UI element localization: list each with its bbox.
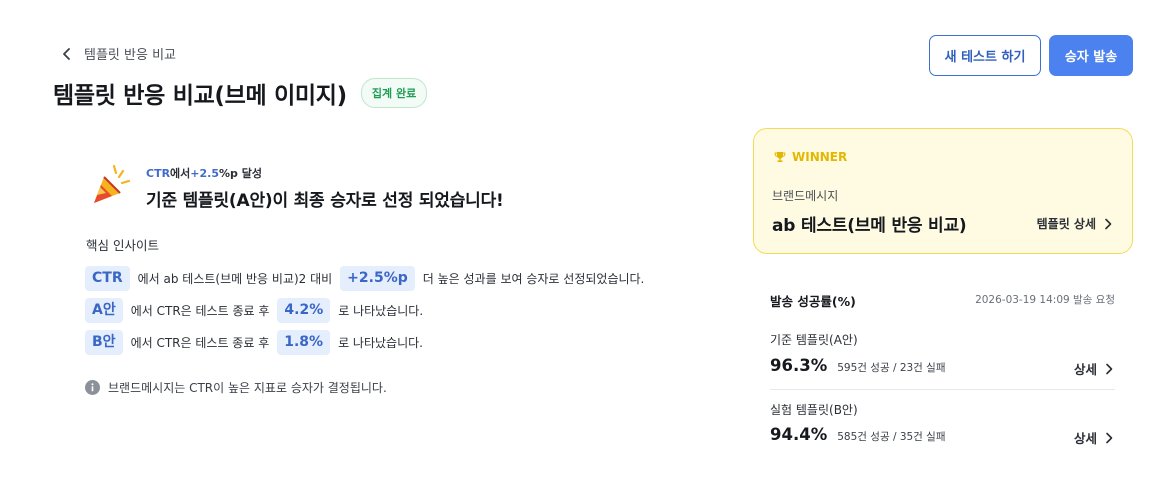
page-title: 템플릿 반응 비교(브메 이미지) xyxy=(53,83,347,109)
detail-label: 상세 xyxy=(1073,362,1097,377)
party-popper-icon xyxy=(94,164,131,203)
chevron-right-icon xyxy=(1106,432,1113,443)
send-rate-title: 발송 성공률(%) xyxy=(770,294,856,309)
chevron-right-icon xyxy=(1105,218,1112,229)
insight-note-text: 브랜드메시지는 CTR이 높은 지표로 승자가 결정됩니다. xyxy=(108,381,387,395)
insight-text: 로 나타났습니다. xyxy=(338,336,423,350)
template-a-stats: 96.3% 595건 성공 / 23건 실패 xyxy=(770,356,946,375)
detail-label: 상세 xyxy=(1073,431,1097,446)
trophy-icon xyxy=(774,152,786,162)
title-row: 템플릿 반응 비교(브메 이미지) 집계 완료 xyxy=(53,76,428,110)
template-a-rate: 96.3% xyxy=(770,356,828,375)
chevron-left-icon xyxy=(63,47,70,60)
insight-text: 에서 CTR은 테스트 종료 후 xyxy=(130,304,270,318)
winner-name: ab 테스트(브메 반응 비교) xyxy=(772,216,967,236)
announcement-lift-suffix: %p 달성 xyxy=(219,167,262,180)
announcement-metric-suffix: 에서 xyxy=(170,167,191,180)
divider xyxy=(770,389,1115,390)
insight-text: 더 높은 성과를 보여 승자로 선정되었습니다. xyxy=(422,272,645,286)
winner-announcement: CTR에서+2.5%p 달성 기준 템플릿(A안)이 최종 승자로 선정 되었습… xyxy=(90,163,504,211)
insight-text: 에서 ab 테스트(브메 반응 비교)2 대비 xyxy=(137,272,333,286)
insight-row: A안 에서 CTR은 테스트 종료 후 4.2% 로 나타났습니다. xyxy=(85,298,423,323)
insight-row: B안 에서 CTR은 테스트 종료 후 1.8% 로 나타났습니다. xyxy=(85,330,423,355)
chevron-right-icon xyxy=(1106,363,1113,374)
template-a-counts: 595건 성공 / 23건 실패 xyxy=(837,362,946,374)
insight-chip: A안 xyxy=(85,298,123,323)
send-rate-timestamp: 2026-03-19 14:09 발송 요청 xyxy=(975,294,1115,306)
insight-value-chip: +2.5%p xyxy=(340,266,415,291)
announcement-lift: +2.5 xyxy=(190,167,219,180)
send-winner-button[interactable]: 승자 발송 xyxy=(1049,35,1133,76)
winner-tag: WINNER xyxy=(774,150,847,164)
template-b-name: 실험 템플릿(B안) xyxy=(770,403,858,417)
insight-value-chip: 1.8% xyxy=(277,330,331,355)
winner-card: WINNER 브랜드메시지 ab 테스트(브메 반응 비교) 템플릿 상세 xyxy=(753,128,1133,254)
status-badge: 집계 완료 xyxy=(360,78,428,108)
breadcrumb-label: 템플릿 반응 비교 xyxy=(84,48,176,63)
insight-text: 에서 CTR은 테스트 종료 후 xyxy=(130,336,270,350)
template-detail-link[interactable]: 템플릿 상세 xyxy=(1037,215,1112,232)
template-b-counts: 585건 성공 / 35건 실패 xyxy=(837,431,946,443)
template-b-detail-link[interactable]: 상세 xyxy=(1074,428,1113,447)
template-a-detail-link[interactable]: 상세 xyxy=(1074,359,1113,378)
insight-chip: B안 xyxy=(85,330,123,355)
winner-tag-label: WINNER xyxy=(792,150,848,164)
winner-channel: 브랜드메시지 xyxy=(772,189,839,203)
template-a-name: 기준 템플릿(A안) xyxy=(770,333,858,347)
insight-row: CTR 에서 ab 테스트(브메 반응 비교)2 대비 +2.5%p 더 높은 … xyxy=(85,266,644,291)
insight-text: 로 나타났습니다. xyxy=(338,304,424,318)
insights-heading: 핵심 인사이트 xyxy=(86,238,159,253)
template-detail-label: 템플릿 상세 xyxy=(1036,217,1096,231)
new-test-button[interactable]: 새 테스트 하기 xyxy=(929,35,1041,76)
insight-note: 브랜드메시지는 CTR이 높은 지표로 승자가 결정됩니다. xyxy=(85,379,387,396)
insight-value-chip: 4.2% xyxy=(277,298,331,323)
info-icon xyxy=(85,380,100,395)
insight-chip: CTR xyxy=(85,266,130,291)
template-b-stats: 94.4% 585건 성공 / 35건 실패 xyxy=(770,425,946,444)
breadcrumb-back[interactable]: 템플릿 반응 비교 xyxy=(62,44,176,63)
announcement-headline: 기준 템플릿(A안)이 최종 승자로 선정 되었습니다! xyxy=(146,191,504,211)
announcement-subline: CTR에서+2.5%p 달성 xyxy=(146,165,504,181)
announcement-metric: CTR xyxy=(146,167,171,180)
template-b-rate: 94.4% xyxy=(770,425,828,444)
